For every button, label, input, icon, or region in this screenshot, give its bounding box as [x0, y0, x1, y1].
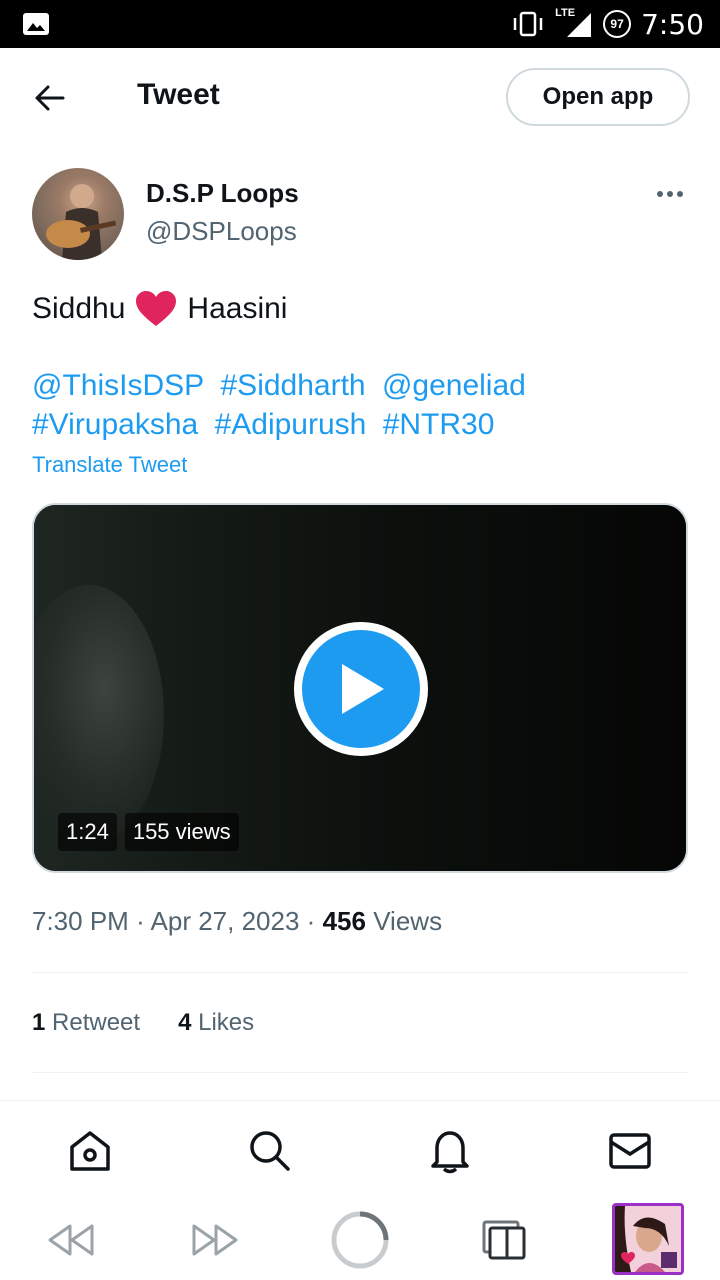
views-label: Views [373, 906, 443, 936]
retweets-count: 1 [32, 1009, 46, 1036]
loading-spinner [331, 1211, 389, 1269]
tweet-text: Siddhu Haasini [32, 290, 287, 328]
search-icon [250, 1131, 290, 1171]
more-options-button[interactable] [648, 180, 692, 208]
profile-thumbnail[interactable] [612, 1203, 684, 1275]
play-icon [342, 664, 384, 714]
nav-messages[interactable] [606, 1127, 654, 1175]
header: Tweet Open app [0, 48, 720, 148]
home-icon [70, 1131, 110, 1171]
back-button[interactable] [28, 76, 72, 120]
battery-icon: 97 [603, 10, 632, 38]
tweet-text-part: Siddhu [32, 292, 126, 325]
mention-link[interactable]: @geneliad [382, 369, 526, 402]
browser-forward-button[interactable] [186, 1210, 246, 1270]
retweets-label: Retweet [52, 1009, 141, 1036]
status-bar: LTE 97 7:50 [0, 0, 720, 48]
clock: 7:50 [641, 7, 704, 41]
heart-emoji-icon [136, 291, 177, 326]
nav-explore[interactable] [246, 1127, 294, 1175]
likes-stat[interactable]: 4 Likes [178, 1009, 254, 1037]
tweet-meta: 7:30 PM · Apr 27, 2023 · 456 Views [32, 906, 442, 937]
separator: · [136, 906, 145, 936]
heart-sticker-icon [621, 1252, 635, 1264]
author-name[interactable]: D.S.P Loops [146, 178, 299, 209]
mention-link[interactable]: @ThisIsDSP [32, 369, 204, 402]
fast-forward-icon [192, 1224, 238, 1256]
tweet-text-part: Haasini [187, 292, 288, 325]
tweet-date[interactable]: Apr 27, 2023 [151, 906, 300, 936]
vibrate-icon [513, 11, 543, 37]
divider [32, 972, 688, 973]
retweets-stat[interactable]: 1 Retweet [32, 1009, 140, 1037]
hashtag-link[interactable]: #NTR30 [383, 408, 495, 441]
nav-notifications[interactable] [426, 1127, 474, 1175]
dot [677, 191, 683, 197]
arrow-left-icon [35, 85, 65, 111]
separator: · [306, 906, 316, 936]
rewind-icon [48, 1224, 94, 1256]
views-count: 456 [322, 906, 366, 936]
open-app-button[interactable]: Open app [506, 68, 690, 126]
tweet-time[interactable]: 7:30 PM [32, 906, 129, 936]
signal-icon: LTE [555, 7, 593, 39]
browser-back-button[interactable] [40, 1210, 100, 1270]
bottom-nav [0, 1100, 720, 1200]
dot [667, 191, 673, 197]
video-duration: 1:24 [58, 813, 117, 851]
video-badges: 1:24 155 views [58, 813, 239, 851]
mail-icon [609, 1133, 651, 1169]
play-button[interactable] [294, 622, 428, 756]
hashtag-link[interactable]: #Adipurush [215, 408, 367, 441]
likes-label: Likes [198, 1009, 255, 1036]
tabs-icon [482, 1220, 526, 1260]
tweet-stats: 1 Retweet 4 Likes [32, 1009, 254, 1037]
hashtag-link[interactable]: #Siddharth [221, 369, 366, 402]
nav-home[interactable] [66, 1127, 114, 1175]
translate-tweet-link[interactable]: Translate Tweet [32, 452, 187, 478]
image-notification-icon [23, 13, 49, 35]
avatar-image [46, 184, 117, 260]
divider [32, 1072, 688, 1073]
likes-count: 4 [178, 1009, 192, 1036]
video-player[interactable]: 1:24 155 views [32, 503, 688, 873]
browser-reload-button[interactable] [330, 1210, 390, 1270]
video-views: 155 views [124, 813, 239, 851]
hashtag-link[interactable]: #Virupaksha [32, 408, 198, 441]
author-handle[interactable]: @DSPLoops [146, 216, 297, 247]
dot [657, 191, 663, 197]
bell-icon [431, 1131, 469, 1174]
tweet-mentions-hashtags: @ThisIsDSP #Siddharth @geneliad #Virupak… [32, 366, 692, 444]
avatar[interactable] [32, 168, 124, 260]
page-title: Tweet [137, 78, 220, 111]
browser-tabs-button[interactable] [474, 1210, 534, 1270]
